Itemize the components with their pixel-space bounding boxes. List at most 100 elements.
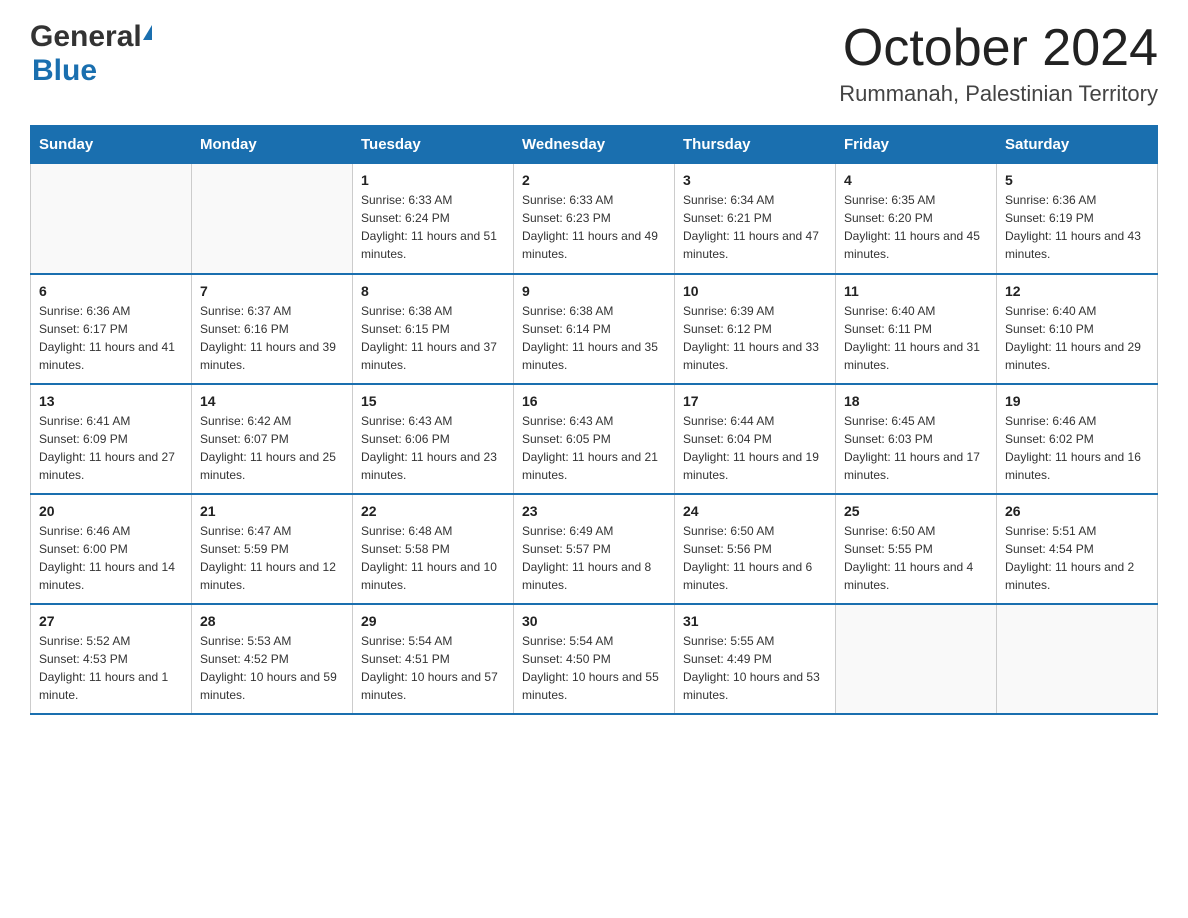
day-number: 21	[200, 503, 344, 519]
calendar-cell: 27Sunrise: 5:52 AMSunset: 4:53 PMDayligh…	[31, 604, 192, 714]
calendar-cell: 13 Sunrise: 6:41 AMSunset: 6:09 PMDayligh…	[31, 384, 192, 494]
calendar-cell: 29 Sunrise: 5:54 AMSunset: 4:51 PMDayligh…	[353, 604, 514, 714]
title-area: October 2024 Rummanah, Palestinian Terri…	[839, 20, 1158, 107]
logo: General Blue	[30, 20, 153, 88]
calendar-cell: 20Sunrise: 6:46 AMSunset: 6:00 PMDayligh…	[31, 494, 192, 604]
calendar-cell: 6 Sunrise: 6:36 AMSunset: 6:17 PMDaylight…	[31, 274, 192, 384]
day-info: Sunrise: 6:50 AMSunset: 5:56 PMDaylight:…	[683, 522, 827, 594]
day-info: Sunrise: 5:55 AMSunset: 4:49 PMDaylight:…	[683, 632, 827, 704]
day-number: 24	[683, 503, 827, 519]
day-info: Sunrise: 6:34 AMSunset: 6:21 PMDaylight:…	[683, 191, 827, 263]
calendar-cell	[997, 604, 1158, 714]
day-number: 13	[39, 393, 183, 409]
calendar-table: SundayMondayTuesdayWednesdayThursdayFrid…	[30, 125, 1158, 715]
day-info: Sunrise: 6:38 AMSunset: 6:14 PMDaylight:…	[522, 302, 666, 374]
day-number: 1	[361, 172, 505, 188]
day-info: Sunrise: 6:46 AMSunset: 6:00 PMDaylight:…	[39, 522, 183, 594]
day-number: 11	[844, 283, 988, 299]
calendar-cell: 19 Sunrise: 6:46 AMSunset: 6:02 PMDayligh…	[997, 384, 1158, 494]
day-info: Sunrise: 5:53 AMSunset: 4:52 PMDaylight:…	[200, 632, 344, 704]
calendar-cell	[836, 604, 997, 714]
calendar-cell: 17 Sunrise: 6:44 AMSunset: 6:04 PMDayligh…	[675, 384, 836, 494]
day-info: Sunrise: 6:40 AMSunset: 6:10 PMDaylight:…	[1005, 302, 1149, 374]
day-info: Sunrise: 6:44 AMSunset: 6:04 PMDaylight:…	[683, 412, 827, 484]
calendar-cell: 24 Sunrise: 6:50 AMSunset: 5:56 PMDayligh…	[675, 494, 836, 604]
calendar-cell: 21 Sunrise: 6:47 AMSunset: 5:59 PMDayligh…	[192, 494, 353, 604]
day-info: Sunrise: 6:49 AMSunset: 5:57 PMDaylight:…	[522, 522, 666, 594]
day-info: Sunrise: 6:45 AMSunset: 6:03 PMDaylight:…	[844, 412, 988, 484]
calendar-cell: 9 Sunrise: 6:38 AMSunset: 6:14 PMDaylight…	[514, 274, 675, 384]
day-info: Sunrise: 6:47 AMSunset: 5:59 PMDaylight:…	[200, 522, 344, 594]
day-info: Sunrise: 5:51 AMSunset: 4:54 PMDaylight:…	[1005, 522, 1149, 594]
day-info: Sunrise: 5:54 AMSunset: 4:50 PMDaylight:…	[522, 632, 666, 704]
day-number: 7	[200, 283, 344, 299]
calendar-cell: 4Sunrise: 6:35 AMSunset: 6:20 PMDaylight…	[836, 164, 997, 274]
calendar-cell: 18 Sunrise: 6:45 AMSunset: 6:03 PMDayligh…	[836, 384, 997, 494]
day-number: 2	[522, 172, 666, 188]
day-number: 6	[39, 283, 183, 299]
day-info: Sunrise: 6:36 AMSunset: 6:17 PMDaylight:…	[39, 302, 183, 374]
weekday-header-tuesday: Tuesday	[353, 126, 514, 164]
calendar-cell: 12Sunrise: 6:40 AMSunset: 6:10 PMDayligh…	[997, 274, 1158, 384]
calendar-cell: 22 Sunrise: 6:48 AMSunset: 5:58 PMDayligh…	[353, 494, 514, 604]
day-number: 16	[522, 393, 666, 409]
day-number: 3	[683, 172, 827, 188]
day-number: 26	[1005, 503, 1149, 519]
weekday-header-row: SundayMondayTuesdayWednesdayThursdayFrid…	[31, 126, 1158, 164]
calendar-cell: 30 Sunrise: 5:54 AMSunset: 4:50 PMDayligh…	[514, 604, 675, 714]
calendar-cell: 14 Sunrise: 6:42 AMSunset: 6:07 PMDayligh…	[192, 384, 353, 494]
calendar-week-row: 27Sunrise: 5:52 AMSunset: 4:53 PMDayligh…	[31, 604, 1158, 714]
day-number: 15	[361, 393, 505, 409]
weekday-header-saturday: Saturday	[997, 126, 1158, 164]
calendar-cell: 26 Sunrise: 5:51 AMSunset: 4:54 PMDayligh…	[997, 494, 1158, 604]
page-header: General Blue October 2024 Rummanah, Pale…	[30, 20, 1158, 107]
calendar-week-row: 20Sunrise: 6:46 AMSunset: 6:00 PMDayligh…	[31, 494, 1158, 604]
day-number: 18	[844, 393, 988, 409]
calendar-cell: 8 Sunrise: 6:38 AMSunset: 6:15 PMDaylight…	[353, 274, 514, 384]
calendar-week-row: 1 Sunrise: 6:33 AMSunset: 6:24 PMDaylight…	[31, 164, 1158, 274]
calendar-cell: 15 Sunrise: 6:43 AMSunset: 6:06 PMDayligh…	[353, 384, 514, 494]
day-info: Sunrise: 6:50 AMSunset: 5:55 PMDaylight:…	[844, 522, 988, 594]
day-info: Sunrise: 6:48 AMSunset: 5:58 PMDaylight:…	[361, 522, 505, 594]
calendar-cell: 7 Sunrise: 6:37 AMSunset: 6:16 PMDaylight…	[192, 274, 353, 384]
calendar-cell: 2Sunrise: 6:33 AMSunset: 6:23 PMDaylight…	[514, 164, 675, 274]
calendar-cell: 23 Sunrise: 6:49 AMSunset: 5:57 PMDayligh…	[514, 494, 675, 604]
calendar-cell: 11 Sunrise: 6:40 AMSunset: 6:11 PMDayligh…	[836, 274, 997, 384]
day-number: 19	[1005, 393, 1149, 409]
day-info: Sunrise: 6:35 AMSunset: 6:20 PMDaylight:…	[844, 191, 988, 263]
calendar-cell: 1 Sunrise: 6:33 AMSunset: 6:24 PMDaylight…	[353, 164, 514, 274]
day-info: Sunrise: 6:37 AMSunset: 6:16 PMDaylight:…	[200, 302, 344, 374]
day-number: 17	[683, 393, 827, 409]
logo-general-text: General	[30, 20, 142, 54]
day-info: Sunrise: 5:54 AMSunset: 4:51 PMDaylight:…	[361, 632, 505, 704]
day-number: 22	[361, 503, 505, 519]
day-number: 8	[361, 283, 505, 299]
day-info: Sunrise: 6:43 AMSunset: 6:06 PMDaylight:…	[361, 412, 505, 484]
day-number: 5	[1005, 172, 1149, 188]
weekday-header-monday: Monday	[192, 126, 353, 164]
day-info: Sunrise: 5:52 AMSunset: 4:53 PMDaylight:…	[39, 632, 183, 704]
day-info: Sunrise: 6:43 AMSunset: 6:05 PMDaylight:…	[522, 412, 666, 484]
logo-blue-text: Blue	[32, 54, 97, 88]
day-info: Sunrise: 6:40 AMSunset: 6:11 PMDaylight:…	[844, 302, 988, 374]
calendar-week-row: 13 Sunrise: 6:41 AMSunset: 6:09 PMDayligh…	[31, 384, 1158, 494]
day-number: 25	[844, 503, 988, 519]
day-info: Sunrise: 6:41 AMSunset: 6:09 PMDaylight:…	[39, 412, 183, 484]
day-info: Sunrise: 6:46 AMSunset: 6:02 PMDaylight:…	[1005, 412, 1149, 484]
day-number: 9	[522, 283, 666, 299]
day-info: Sunrise: 6:39 AMSunset: 6:12 PMDaylight:…	[683, 302, 827, 374]
day-info: Sunrise: 6:42 AMSunset: 6:07 PMDaylight:…	[200, 412, 344, 484]
day-number: 30	[522, 613, 666, 629]
day-info: Sunrise: 6:33 AMSunset: 6:24 PMDaylight:…	[361, 191, 505, 263]
day-number: 31	[683, 613, 827, 629]
calendar-cell: 16 Sunrise: 6:43 AMSunset: 6:05 PMDayligh…	[514, 384, 675, 494]
day-info: Sunrise: 6:38 AMSunset: 6:15 PMDaylight:…	[361, 302, 505, 374]
weekday-header-friday: Friday	[836, 126, 997, 164]
day-number: 29	[361, 613, 505, 629]
day-number: 14	[200, 393, 344, 409]
day-number: 23	[522, 503, 666, 519]
calendar-cell: 3 Sunrise: 6:34 AMSunset: 6:21 PMDaylight…	[675, 164, 836, 274]
day-number: 28	[200, 613, 344, 629]
calendar-cell: 25 Sunrise: 6:50 AMSunset: 5:55 PMDayligh…	[836, 494, 997, 604]
day-info: Sunrise: 6:36 AMSunset: 6:19 PMDaylight:…	[1005, 191, 1149, 263]
